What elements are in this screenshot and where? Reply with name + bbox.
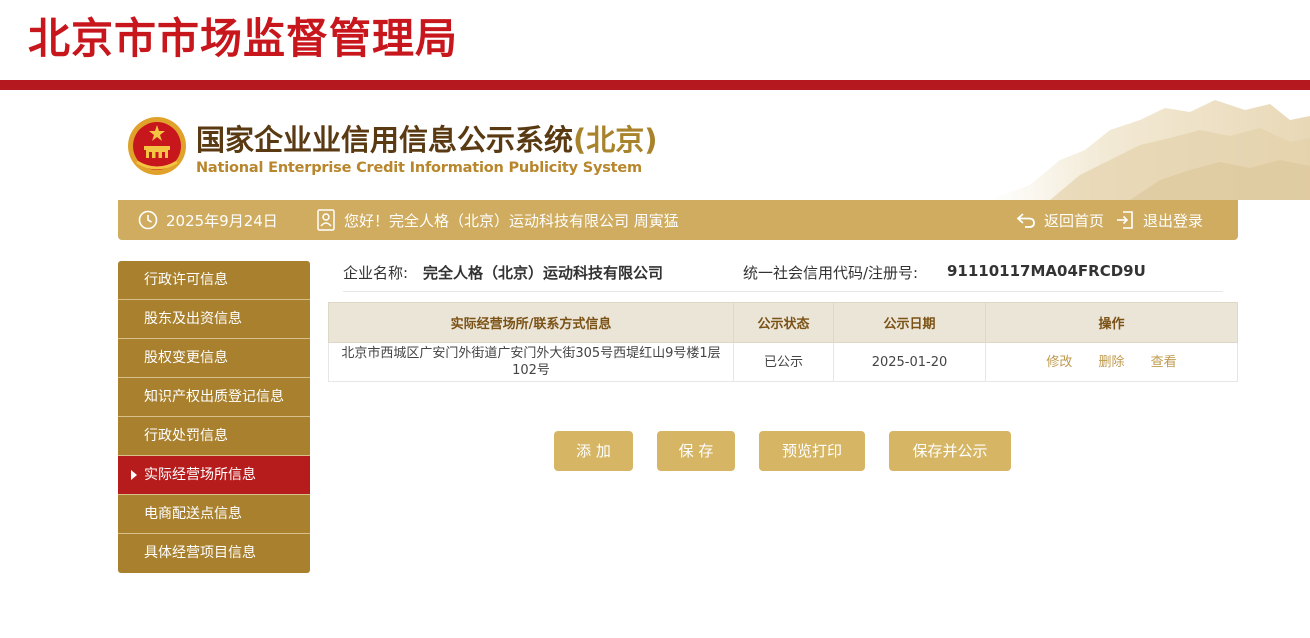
sidebar-item-label: 电商配送点信息 — [144, 506, 242, 522]
sidebar-item-label: 行政许可信息 — [144, 272, 228, 288]
home-link[interactable]: 返回首页 — [1016, 200, 1104, 240]
bureau-header: 北京市市场监督管理局 — [0, 0, 1310, 80]
system-title-main: 国家企业业信用信息公示系统 — [196, 123, 574, 157]
save-button[interactable]: 保 存 — [657, 431, 735, 471]
add-button[interactable]: 添 加 — [554, 431, 633, 471]
red-divider — [0, 80, 1310, 90]
column-header-address: 实际经营场所/联系方式信息 — [328, 302, 734, 343]
system-subtitle: National Enterprise Credit Information P… — [196, 160, 642, 176]
delete-link[interactable]: 删除 — [1098, 355, 1124, 370]
premises-table: 实际经营场所/联系方式信息 公示状态 公示日期 操作 北京市西城区广安门外街道广… — [328, 302, 1238, 382]
sidebar-item-label: 行政处罚信息 — [144, 428, 228, 444]
column-header-status: 公示状态 — [733, 302, 834, 343]
company-info: 企业名称: 完全人格（北京）运动科技有限公司 统一社会信用代码/注册号: 911… — [343, 258, 1223, 292]
actions-cell: 修改 删除 查看 — [985, 342, 1238, 382]
save-publish-button[interactable]: 保存并公示 — [889, 431, 1011, 471]
active-arrow-icon — [131, 470, 137, 480]
address-cell: 北京市西城区广安门外街道广安门外大街305号西堤红山9号楼1层102号 — [328, 342, 734, 382]
column-header-date: 公示日期 — [833, 302, 986, 343]
logout-link[interactable]: 退出登录 — [1115, 200, 1203, 240]
sidebar-item-ecommerce-delivery[interactable]: 电商配送点信息 — [118, 495, 310, 534]
system-banner: 国家企业业信用信息公示系统(北京) National Enterprise Cr… — [0, 90, 1310, 200]
sidebar-item-admin-penalty[interactable]: 行政处罚信息 — [118, 417, 310, 456]
logout-icon — [1117, 211, 1133, 229]
user-greeting: 您好！完全人格（北京）运动科技有限公司 周寅猛 — [316, 200, 679, 240]
info-bar: 2025年9月24日 您好！完全人格（北京）运动科技有限公司 周寅猛 返回首页 — [118, 200, 1238, 240]
user-badge-icon — [317, 209, 335, 231]
sidebar-item-label: 股权变更信息 — [144, 350, 228, 366]
sidebar-item-ip-pledge[interactable]: 知识产权出质登记信息 — [118, 378, 310, 417]
sidebar-item-label: 股东及出资信息 — [144, 311, 242, 327]
view-link[interactable]: 查看 — [1151, 355, 1177, 370]
date-cell: 2025-01-20 — [833, 342, 986, 382]
column-header-actions: 操作 — [985, 302, 1238, 343]
preview-print-button[interactable]: 预览打印 — [759, 431, 865, 471]
system-title-region: (北京) — [573, 123, 658, 157]
company-name-label: 企业名称: — [343, 264, 409, 282]
greeting-text: 您好！完全人格（北京）运动科技有限公司 周寅猛 — [344, 211, 679, 230]
table-header-row: 实际经营场所/联系方式信息 公示状态 公示日期 操作 — [328, 302, 1238, 343]
sidebar-nav: 行政许可信息 股东及出资信息 股权变更信息 知识产权出质登记信息 行政处罚信息 … — [118, 261, 310, 573]
sidebar-item-label: 实际经营场所信息 — [144, 467, 256, 483]
clock-icon — [138, 210, 158, 230]
sidebar-item-admin-license[interactable]: 行政许可信息 — [118, 261, 310, 300]
credit-code-label: 统一社会信用代码/注册号: — [743, 264, 919, 282]
status-cell: 已公示 — [733, 342, 834, 382]
bureau-title: 北京市市场监督管理局 — [28, 14, 459, 63]
sidebar-item-label: 知识产权出质登记信息 — [144, 389, 284, 405]
home-label: 返回首页 — [1044, 211, 1105, 230]
system-title: 国家企业业信用信息公示系统(北京) — [196, 122, 658, 158]
table-row: 北京市西城区广安门外街道广安门外大街305号西堤红山9号楼1层102号 已公示 … — [328, 342, 1238, 382]
company-name: 完全人格（北京）运动科技有限公司 — [423, 264, 664, 282]
return-arrow-icon — [1016, 213, 1035, 228]
date-display: 2025年9月24日 — [138, 200, 278, 240]
page: 北京市市场监督管理局 国家企业业信用信息公示系统(北京) National En… — [0, 0, 1310, 638]
sidebar-item-equity-change[interactable]: 股权变更信息 — [118, 339, 310, 378]
date-text: 2025年9月24日 — [166, 211, 278, 230]
sidebar-item-business-items[interactable]: 具体经营项目信息 — [118, 534, 310, 573]
national-emblem-icon — [128, 117, 186, 175]
sidebar-item-label: 具体经营项目信息 — [144, 545, 256, 561]
sidebar-item-business-premises[interactable]: 实际经营场所信息 — [118, 456, 310, 495]
credit-code: 91110117MA04FRCD9U — [947, 262, 1146, 280]
sidebar-item-shareholder[interactable]: 股东及出资信息 — [118, 300, 310, 339]
logout-label: 退出登录 — [1143, 211, 1204, 230]
edit-link[interactable]: 修改 — [1046, 355, 1072, 370]
mountain-illustration — [990, 100, 1310, 200]
